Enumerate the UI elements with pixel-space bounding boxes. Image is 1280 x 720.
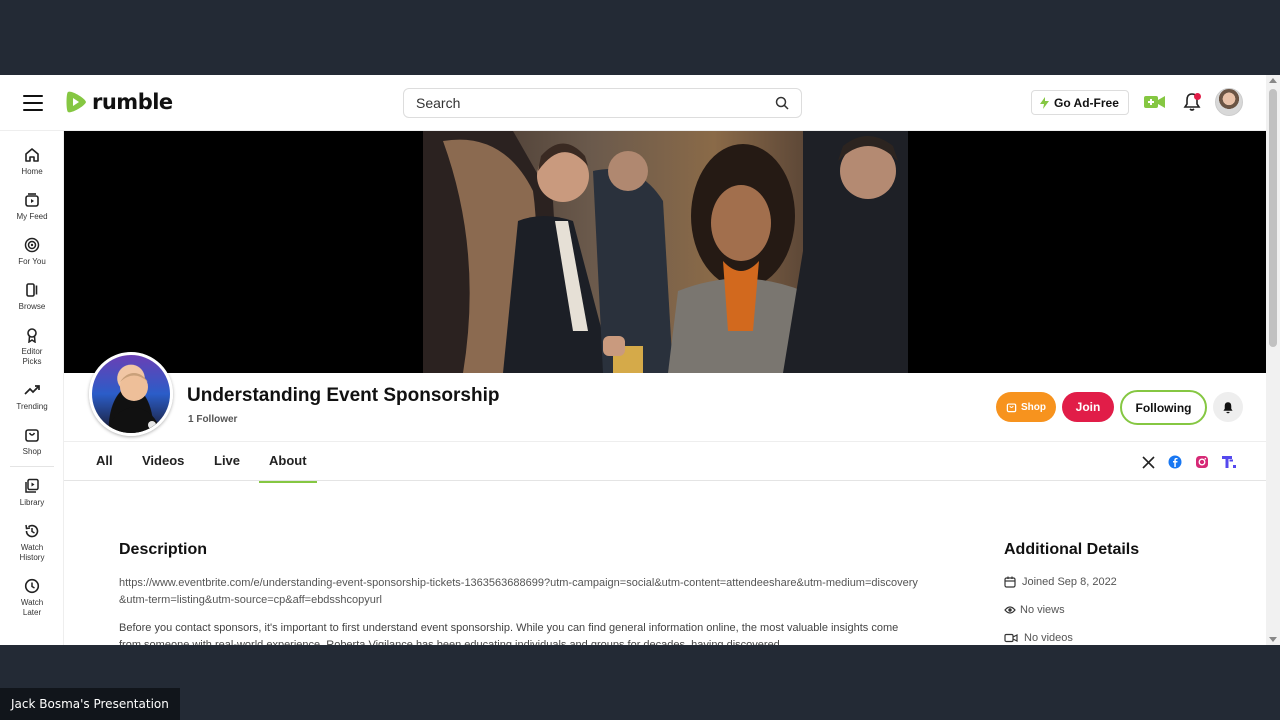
history-icon bbox=[25, 524, 39, 538]
browse-icon bbox=[26, 283, 38, 297]
facebook-icon[interactable] bbox=[1167, 454, 1183, 470]
notification-badge bbox=[1194, 93, 1201, 100]
following-button[interactable]: Following bbox=[1120, 390, 1207, 425]
shop-button[interactable]: Shop bbox=[996, 392, 1056, 422]
bell-icon bbox=[1223, 401, 1233, 413]
sidebar-item-editor-picks[interactable]: Editor Picks bbox=[0, 327, 64, 367]
sidebar-divider bbox=[10, 466, 54, 467]
banner-image bbox=[423, 131, 908, 373]
feed-icon bbox=[25, 193, 39, 207]
truth-social-icon[interactable] bbox=[1221, 454, 1237, 470]
go-ad-free-label: Go Ad-Free bbox=[1054, 95, 1119, 110]
x-twitter-icon[interactable] bbox=[1140, 454, 1156, 470]
target-icon bbox=[24, 237, 40, 253]
sidebar-item-shop[interactable]: Shop bbox=[0, 427, 64, 457]
views-text: No views bbox=[1020, 604, 1065, 616]
calendar-icon bbox=[1004, 576, 1016, 588]
top-bar: rumble Go Ad-Free bbox=[0, 75, 1266, 131]
go-ad-free-button[interactable]: Go Ad-Free bbox=[1031, 90, 1129, 115]
instagram-icon[interactable] bbox=[1194, 454, 1210, 470]
channel-banner bbox=[64, 131, 1266, 373]
sidebar-item-watch-history[interactable]: Watch History bbox=[0, 523, 64, 563]
search-box[interactable] bbox=[403, 88, 802, 118]
join-button[interactable]: Join bbox=[1062, 392, 1114, 422]
sidebar-item-label: Browse bbox=[18, 302, 46, 311]
views-count: No views bbox=[1004, 604, 1065, 616]
search-icon[interactable] bbox=[775, 96, 789, 110]
upload-video-icon[interactable] bbox=[1144, 94, 1166, 110]
sidebar-item-label: Watch History bbox=[19, 543, 45, 562]
sidebar-item-library[interactable]: Library bbox=[0, 478, 64, 508]
channel-avatar-photo bbox=[107, 373, 161, 433]
sidebar-item-label: For You bbox=[18, 257, 46, 266]
description-heading: Description bbox=[119, 541, 208, 558]
joined-date: Joined Sep 8, 2022 bbox=[1004, 576, 1117, 588]
join-button-label: Join bbox=[1075, 400, 1101, 414]
eye-icon bbox=[1004, 606, 1016, 614]
page-scrollbar[interactable] bbox=[1266, 75, 1280, 645]
home-icon bbox=[25, 148, 39, 162]
sidebar-item-browse[interactable]: Browse bbox=[0, 282, 64, 312]
tab-videos[interactable]: Videos bbox=[142, 453, 184, 468]
videos-text: No videos bbox=[1024, 632, 1073, 644]
sidebar-item-label: Editor Picks bbox=[21, 347, 43, 366]
channel-tabs: All Videos Live About bbox=[64, 441, 1266, 483]
follower-count: 1 Follower bbox=[188, 414, 238, 425]
channel-notifications-button[interactable] bbox=[1213, 392, 1243, 422]
following-button-label: Following bbox=[1135, 400, 1192, 415]
sidebar-item-label: My Feed bbox=[16, 212, 48, 221]
sidebar-item-for-you[interactable]: For You bbox=[0, 237, 64, 267]
additional-details-heading: Additional Details bbox=[1004, 541, 1140, 558]
banner-photo-illustration bbox=[423, 131, 908, 373]
tab-live[interactable]: Live bbox=[214, 453, 240, 468]
shop-button-label: Shop bbox=[1021, 401, 1046, 413]
scrollbar-thumb[interactable] bbox=[1269, 89, 1277, 347]
joined-text: Joined Sep 8, 2022 bbox=[1022, 576, 1117, 588]
shop-icon bbox=[25, 429, 39, 442]
browser-viewport: rumble Go Ad-Free bbox=[0, 75, 1280, 645]
rumble-logo[interactable]: rumble bbox=[64, 89, 173, 115]
trending-icon bbox=[24, 385, 40, 395]
clock-icon bbox=[24, 578, 40, 594]
sidebar-item-label: Library bbox=[19, 498, 45, 507]
search-input[interactable] bbox=[416, 95, 775, 111]
scroll-up-arrow[interactable] bbox=[1269, 78, 1277, 83]
description-text: Before you contact sponsors, it's import… bbox=[119, 622, 899, 645]
description-link[interactable]: https://www.eventbrite.com/e/understandi… bbox=[119, 575, 919, 609]
sidebar-item-label: Shop bbox=[22, 447, 42, 456]
sidebar-item-home[interactable]: Home bbox=[0, 147, 64, 177]
user-avatar[interactable] bbox=[1215, 88, 1243, 116]
shop-bag-icon bbox=[1006, 402, 1017, 412]
sidebar-item-watch-later[interactable]: Watch Later bbox=[0, 578, 64, 618]
sidebar-item-label: Trending bbox=[16, 402, 48, 411]
sidebar-item-label: Watch Later bbox=[20, 598, 44, 617]
channel-title: Understanding Event Sponsorship bbox=[187, 385, 500, 406]
channel-avatar[interactable] bbox=[89, 352, 173, 436]
rumble-logo-icon bbox=[66, 91, 86, 113]
tab-all[interactable]: All bbox=[96, 453, 113, 468]
videos-count: No videos bbox=[1004, 632, 1073, 644]
sidebar-item-trending[interactable]: Trending bbox=[0, 382, 64, 412]
menu-icon[interactable] bbox=[23, 95, 43, 111]
presenter-label: Jack Bosma's Presentation bbox=[0, 688, 180, 720]
sidebar-item-label: Home bbox=[21, 167, 43, 176]
logo-text: rumble bbox=[92, 90, 173, 114]
award-icon bbox=[27, 328, 37, 343]
scroll-down-arrow[interactable] bbox=[1269, 637, 1277, 642]
library-icon bbox=[25, 478, 39, 493]
tab-about[interactable]: About bbox=[259, 453, 316, 483]
video-camera-icon bbox=[1004, 633, 1018, 643]
sidebar-item-my-feed[interactable]: My Feed bbox=[0, 192, 64, 222]
lightning-icon bbox=[1040, 96, 1049, 109]
sidebar: Home My Feed For You Browse Editor Picks… bbox=[0, 131, 64, 645]
